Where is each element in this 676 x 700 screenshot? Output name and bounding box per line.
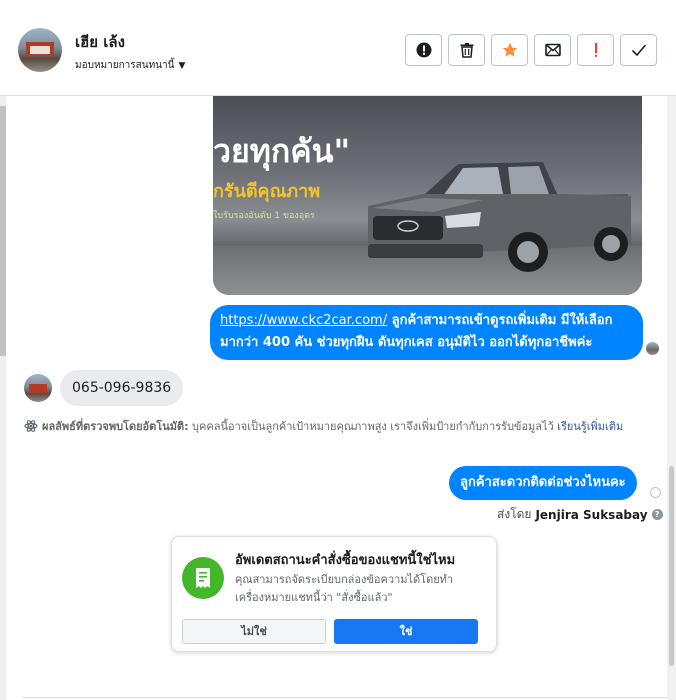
auto-detect-notice: ผลลัพธ์ที่ตรวจพบโดยอัตโนมัติ: บุคคลนี้อา… xyxy=(24,418,644,439)
check-icon xyxy=(631,44,646,57)
conversation-toolbar xyxy=(405,34,657,66)
delete-button[interactable] xyxy=(448,34,485,66)
website-link[interactable]: https://www.ckc2car.com/ xyxy=(220,313,387,328)
card-title: อัพเดตสถานะคำสั่งซื้อของแชทนี้ใช่ไหม xyxy=(235,553,456,568)
follow-up-button[interactable] xyxy=(577,34,614,66)
shared-ad-image[interactable]: วยทุกคัน" กรันตีคุณภาพ ใบรับรองอันดับ 1 … xyxy=(213,96,642,295)
assign-label: มอบหมายการสนทนานี้ xyxy=(75,60,175,71)
contact-name[interactable]: เฮีย เล้ง xyxy=(75,30,125,54)
outgoing-message-2[interactable]: ลูกค้าสะดวกติดต่อช่วงไหนคะ xyxy=(449,466,637,500)
sender-name[interactable]: Jenjira Suksabay xyxy=(535,508,647,522)
pickup-truck-image xyxy=(368,162,631,272)
mark-spam-button[interactable] xyxy=(405,34,442,66)
star-button[interactable] xyxy=(491,34,528,66)
incoming-message[interactable]: 065-096-9836 xyxy=(60,370,184,406)
sent-by-line: ส่งโดย Jenjira Suksabay ? xyxy=(497,505,663,524)
card-description: คุณสามารถจัดระเบียบกล่องข้อความได้โดยทำเ… xyxy=(235,573,454,604)
outgoing-message[interactable]: https://www.ckc2car.com/ ลูกค้าสามารถเข้… xyxy=(210,305,643,360)
mark-unread-button[interactable] xyxy=(534,34,571,66)
conversation-header: เฮีย เล้ง มอบหมายการสนทนานี้ ▼ xyxy=(0,0,676,96)
message-scrollbar[interactable] xyxy=(667,96,676,700)
ad-subtitle: กรันตีคุณภาพ xyxy=(213,181,321,202)
notice-label: ผลลัพธ์ที่ตรวจพบโดยอัตโนมัติ: xyxy=(42,420,189,433)
caret-down-icon: ▼ xyxy=(178,60,186,71)
ad-slogan: วยทุกคัน" xyxy=(213,132,351,170)
learn-more-link[interactable]: เรียนรู้เพิ่มเติม xyxy=(557,420,623,433)
exclamation-icon xyxy=(594,43,597,57)
assign-conversation-dropdown[interactable]: มอบหมายการสนทนานี้ ▼ xyxy=(75,58,185,73)
help-icon[interactable]: ? xyxy=(651,509,663,520)
scrollbar-thumb[interactable] xyxy=(669,466,674,666)
yes-button[interactable]: ใช่ xyxy=(334,619,478,644)
mail-icon xyxy=(544,43,561,57)
avatar[interactable] xyxy=(18,28,62,72)
trash-icon xyxy=(460,43,473,58)
order-status-card: อัพเดตสถานะคำสั่งซื้อของแชทนี้ใช่ไหม คุณ… xyxy=(171,536,497,652)
star-icon xyxy=(502,42,517,57)
contact-avatar[interactable] xyxy=(24,374,52,402)
sent-by-label: ส่งโดย xyxy=(497,507,532,521)
atom-icon xyxy=(24,419,38,439)
composer-divider xyxy=(22,697,667,698)
mark-done-button[interactable] xyxy=(620,34,657,66)
sent-status-icon xyxy=(650,487,661,498)
alert-circle-icon xyxy=(416,42,431,58)
seen-avatar xyxy=(646,342,659,355)
left-panel-scrollbar[interactable] xyxy=(0,96,6,700)
receipt-icon xyxy=(182,557,224,599)
notice-text: บุคคลนี้อาจเป็นลูกค้าเป้าหมายคุณภาพสูง เ… xyxy=(188,420,558,433)
ad-small-text: ใบรับรองอันดับ 1 ของอุดร xyxy=(213,211,315,221)
no-button[interactable]: ไม่ใช่ xyxy=(182,619,326,644)
